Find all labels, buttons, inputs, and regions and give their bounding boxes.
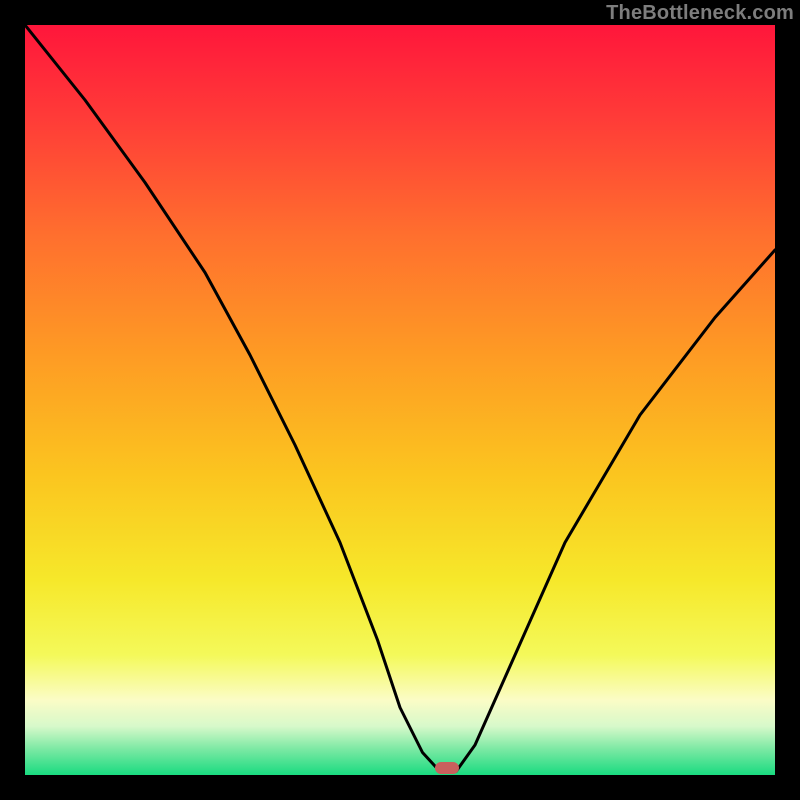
watermark-text: TheBottleneck.com <box>606 2 794 25</box>
plot-area <box>25 25 775 775</box>
curve-layer <box>25 25 775 775</box>
chart-frame: TheBottleneck.com <box>0 0 800 800</box>
bottleneck-curve <box>25 25 775 771</box>
optimal-point-marker <box>435 762 459 774</box>
